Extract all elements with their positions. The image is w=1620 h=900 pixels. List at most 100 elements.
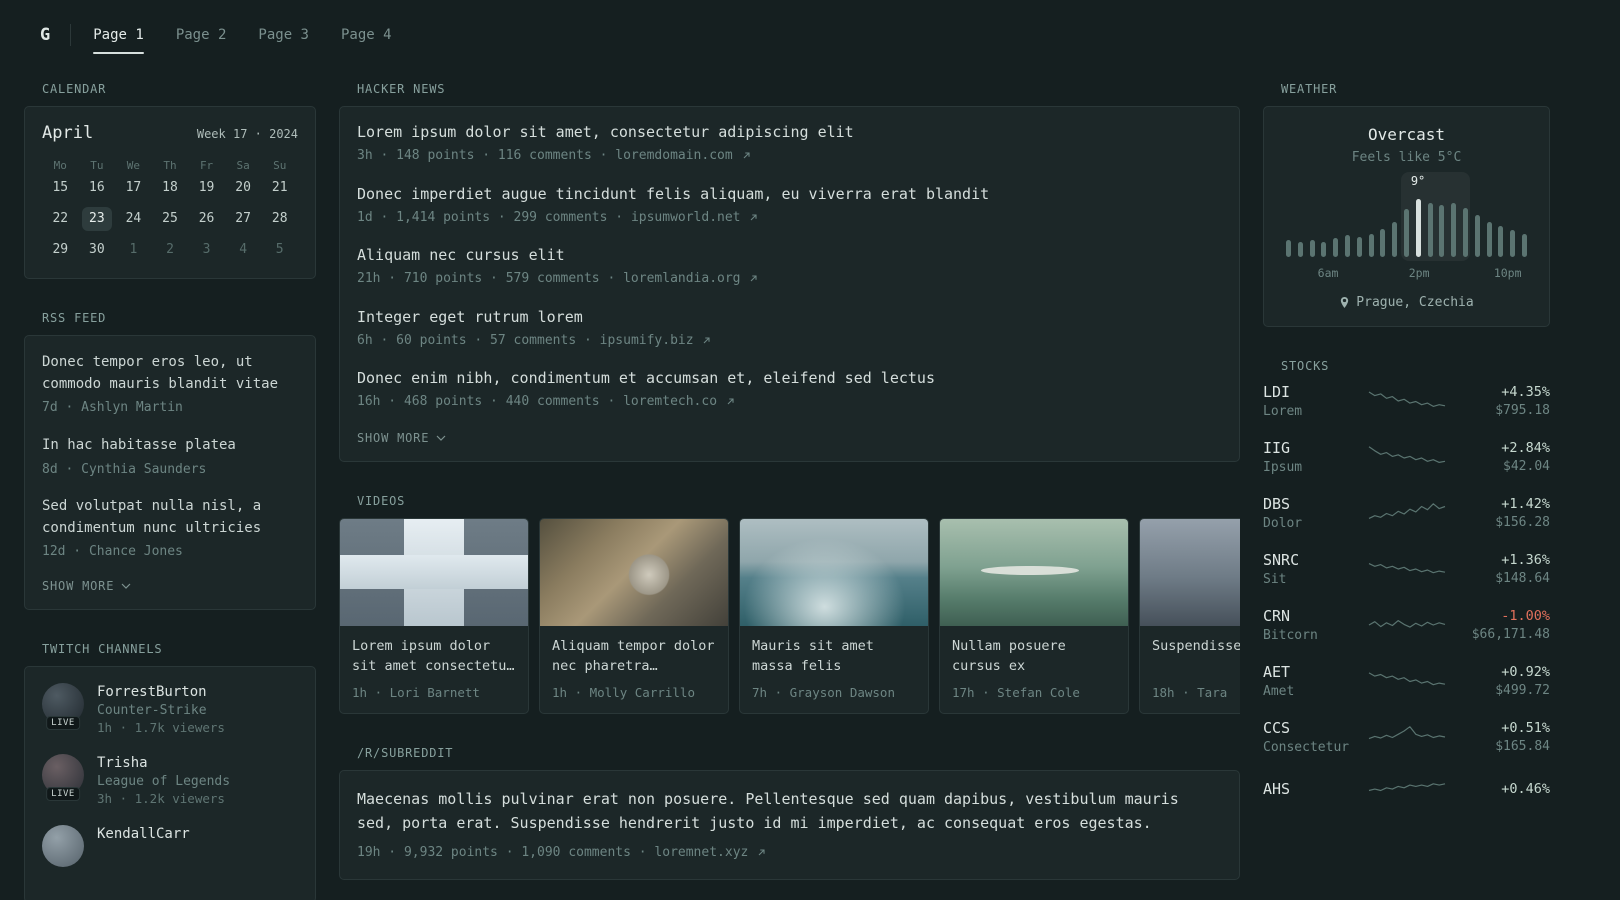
rss-show-more-button[interactable]: SHOW MORE bbox=[42, 579, 131, 593]
rss-item-title[interactable]: In hac habitasse platea bbox=[42, 435, 298, 457]
calendar-day[interactable]: 18 bbox=[155, 176, 185, 200]
stock-id: IIG Ipsum bbox=[1263, 439, 1359, 475]
stock-row[interactable]: IIG Ipsum +2.84% $42.04 bbox=[1263, 439, 1550, 475]
video-card[interactable]: Nullam posuere cursus ex 17h · Stefan Co… bbox=[939, 517, 1129, 714]
calendar-day[interactable]: 4 bbox=[228, 238, 258, 262]
video-thumbnail[interactable] bbox=[340, 518, 528, 626]
stock-values: -1.00% $66,171.48 bbox=[1454, 608, 1550, 642]
calendar-day[interactable]: 30 bbox=[82, 238, 112, 262]
videos-row: Lorem ipsum dolor sit amet consectetu… 1… bbox=[339, 517, 1240, 714]
temperature-bar bbox=[1510, 230, 1516, 257]
stock-row[interactable]: SNRC Sit +1.36% $148.64 bbox=[1263, 551, 1550, 587]
calendar-day[interactable]: 5 bbox=[265, 238, 295, 262]
stock-row[interactable]: AHS +0.46% bbox=[1263, 775, 1550, 805]
video-body: Aliquam tempor dolor nec pharetra… 1h · … bbox=[540, 626, 728, 713]
tab-page-3[interactable]: Page 3 bbox=[258, 0, 309, 70]
news-title[interactable]: Lorem ipsum dolor sit amet, consectetur … bbox=[357, 123, 1222, 141]
stock-row[interactable]: AET Amet +0.92% $499.72 bbox=[1263, 663, 1550, 699]
stock-row[interactable]: DBS Dolor +1.42% $156.28 bbox=[1263, 495, 1550, 531]
calendar-day[interactable]: 27 bbox=[228, 207, 258, 231]
calendar-day[interactable]: 16 bbox=[82, 176, 112, 200]
video-card[interactable]: Mauris sit amet massa felis 7h · Grayson… bbox=[739, 517, 929, 714]
calendar-day[interactable]: 29 bbox=[45, 238, 75, 262]
video-thumbnail[interactable] bbox=[1140, 518, 1240, 626]
tab-page-4[interactable]: Page 4 bbox=[341, 0, 392, 70]
external-link-icon bbox=[750, 275, 757, 282]
channel-name[interactable]: ForrestBurton bbox=[97, 684, 225, 700]
news-source-link[interactable]: ipsumworld.net bbox=[631, 210, 758, 225]
calendar-day-selected[interactable]: 23 bbox=[81, 207, 112, 231]
calendar-day-header: Mo bbox=[53, 159, 67, 172]
rss-item-title[interactable]: Sed volutpat nulla nisl, a condimentum n… bbox=[42, 496, 298, 539]
stock-ticker: IIG bbox=[1263, 439, 1291, 457]
calendar-day-headers: Mo Tu We Th Fr Sa Su bbox=[42, 159, 298, 176]
channel-info: KendallCarr bbox=[97, 825, 190, 845]
calendar-day[interactable]: 25 bbox=[155, 207, 185, 231]
twitch-channel[interactable]: KendallCarr bbox=[42, 824, 298, 867]
video-thumbnail[interactable] bbox=[940, 518, 1128, 626]
rss-item-meta: 7d · Ashlyn Martin bbox=[42, 400, 183, 416]
calendar-day[interactable]: 15 bbox=[45, 176, 75, 200]
video-body: Mauris sit amet massa felis 7h · Grayson… bbox=[740, 626, 928, 713]
video-body: Nullam posuere cursus ex 17h · Stefan Co… bbox=[940, 626, 1128, 713]
calendar-day[interactable]: 24 bbox=[118, 207, 148, 231]
news-title[interactable]: Integer eget rutrum lorem bbox=[357, 308, 1222, 326]
calendar-day[interactable]: 28 bbox=[265, 207, 295, 231]
rss-item-title[interactable]: Donec tempor eros leo, ut commodo mauris… bbox=[42, 352, 298, 395]
video-card[interactable]: Suspendisse diam 18h · Tara bbox=[1139, 517, 1240, 714]
calendar-day[interactable]: 19 bbox=[192, 176, 222, 200]
channel-name[interactable]: KendallCarr bbox=[97, 826, 190, 842]
hacker-news-list: Lorem ipsum dolor sit amet, consectetur … bbox=[357, 123, 1222, 412]
section-title-twitch: TWITCH CHANNELS bbox=[42, 641, 163, 656]
stock-id: SNRC Sit bbox=[1263, 551, 1359, 587]
avatar bbox=[42, 824, 84, 867]
video-card[interactable]: Lorem ipsum dolor sit amet consectetu… 1… bbox=[339, 517, 529, 714]
news-source-link[interactable]: loremdomain.com bbox=[615, 148, 750, 163]
calendar-day[interactable]: 21 bbox=[265, 176, 295, 200]
video-card[interactable]: Aliquam tempor dolor nec pharetra… 1h · … bbox=[539, 517, 729, 714]
news-source-link[interactable]: loremtech.co bbox=[623, 394, 735, 409]
weather-card: Overcast Feels like 5°C 9° 6am 2pm 10pm Pr… bbox=[1263, 106, 1550, 327]
channel-name[interactable]: Trisha bbox=[97, 755, 230, 771]
hn-show-more-button[interactable]: SHOW MORE bbox=[357, 431, 446, 445]
twitch-channel[interactable]: LIVE Trisha League of Legends 3h · 1.2k … bbox=[42, 753, 298, 806]
news-title[interactable]: Donec enim nibh, condimentum et accumsan… bbox=[357, 369, 1222, 387]
video-thumbnail[interactable] bbox=[740, 518, 928, 626]
tab-page-1[interactable]: Page 1 bbox=[93, 0, 144, 70]
stocks-widget: STOCKS LDI Lorem +4.35% $795.18 IIG Ipsu… bbox=[1263, 359, 1550, 805]
calendar-day[interactable]: 3 bbox=[192, 238, 222, 262]
video-title: Suspendisse diam bbox=[1152, 637, 1240, 654]
calendar-day[interactable]: 26 bbox=[192, 207, 222, 231]
calendar-day[interactable]: 2 bbox=[155, 238, 185, 262]
calendar-day[interactable]: 22 bbox=[45, 207, 75, 231]
stock-name: Amet bbox=[1263, 684, 1295, 699]
calendar-day[interactable]: 1 bbox=[118, 238, 148, 262]
channel-game: Counter-Strike bbox=[97, 702, 207, 718]
calendar-day[interactable]: 17 bbox=[118, 176, 148, 200]
avatar-wrap: LIVE bbox=[42, 682, 84, 730]
calendar-month: April bbox=[42, 123, 94, 143]
section-title-hacker-news: HACKER NEWS bbox=[357, 82, 446, 96]
app-logo[interactable]: G bbox=[40, 25, 50, 45]
weather-condition: Overcast bbox=[1367, 125, 1446, 144]
video-thumbnail[interactable] bbox=[540, 518, 728, 626]
rss-item-meta: 8d · Cynthia Saunders bbox=[42, 461, 207, 477]
calendar-day[interactable]: 20 bbox=[228, 176, 258, 200]
news-title[interactable]: Donec imperdiet augue tincidunt felis al… bbox=[357, 185, 1222, 203]
post-title[interactable]: Maecenas mollis pulvinar erat non posuer… bbox=[357, 787, 1222, 837]
news-title[interactable]: Aliquam nec cursus elit bbox=[357, 246, 1222, 264]
post-source-link[interactable]: loremnet.xyz bbox=[654, 845, 766, 860]
temperature-bar bbox=[1521, 234, 1527, 257]
video-meta: 17h · Stefan Cole bbox=[952, 684, 1080, 700]
news-source-link[interactable]: loremlandia.org bbox=[623, 271, 758, 286]
channel-info: Trisha League of Legends 3h · 1.2k viewe… bbox=[97, 754, 230, 806]
external-link-icon bbox=[758, 849, 765, 856]
stock-change: +0.51% bbox=[1501, 720, 1550, 736]
stock-row[interactable]: CCS Consectetur +0.51% $165.84 bbox=[1263, 719, 1550, 755]
tab-page-2[interactable]: Page 2 bbox=[176, 0, 227, 70]
stock-row[interactable]: LDI Lorem +4.35% $795.18 bbox=[1263, 383, 1550, 419]
stock-row[interactable]: CRN Bitcorn -1.00% $66,171.48 bbox=[1263, 607, 1550, 643]
temperature-bar bbox=[1309, 240, 1315, 257]
twitch-channel[interactable]: LIVE ForrestBurton Counter-Strike 1h · 1… bbox=[42, 682, 298, 735]
news-source-link[interactable]: ipsumify.biz bbox=[600, 333, 712, 348]
